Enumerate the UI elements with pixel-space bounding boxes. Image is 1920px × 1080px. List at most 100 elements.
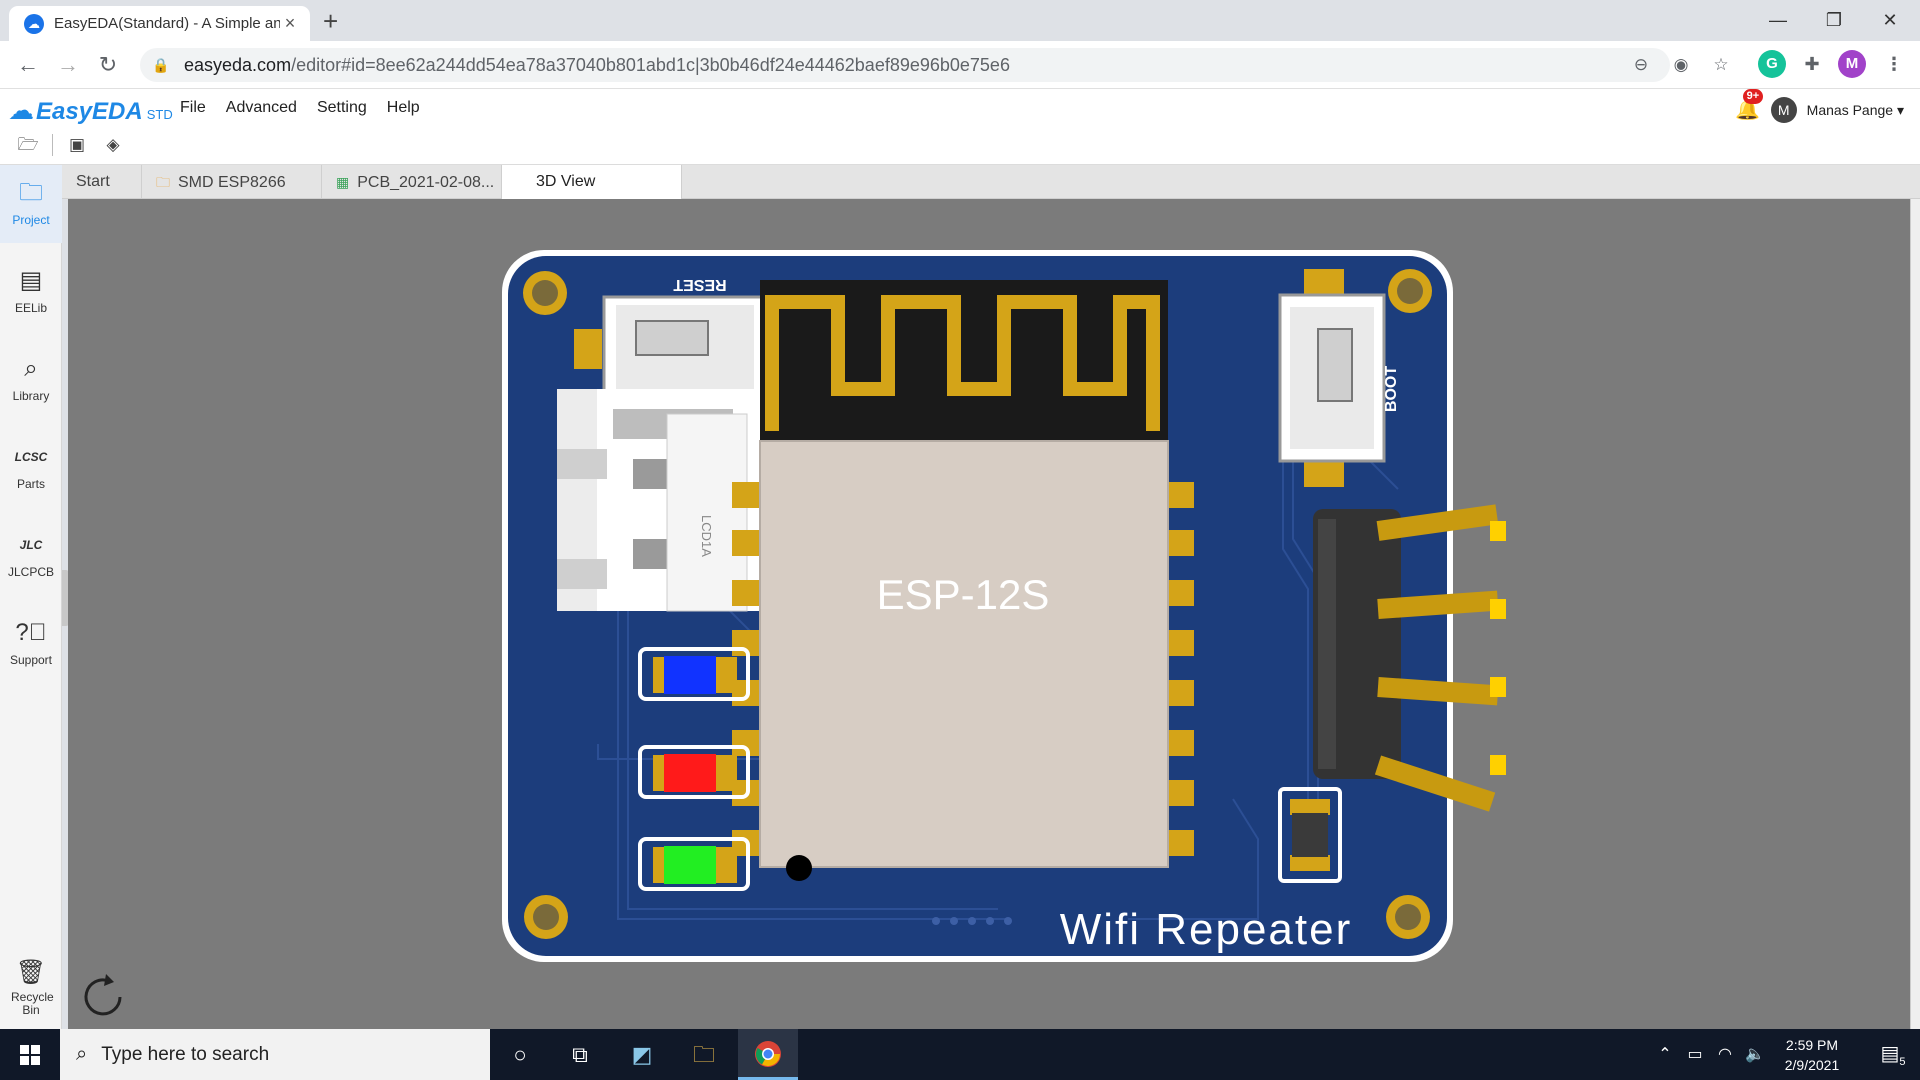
- action-center-icon[interactable]: ▤5: [1866, 1029, 1920, 1080]
- boot-switch: BOOT: [1278, 269, 1400, 487]
- magnifier-icon: ⌕: [24, 355, 38, 382]
- menubar: File Advanced Setting Help: [180, 99, 420, 117]
- url-domain: easyeda.com: [184, 54, 292, 75]
- address-bar[interactable]: 🔒 easyeda.com/editor#id=8ee62a244dd54ea7…: [140, 48, 1729, 82]
- cortana-icon[interactable]: ○: [490, 1029, 550, 1080]
- system-clock[interactable]: 2:59 PM 2/9/2021: [1770, 1035, 1854, 1075]
- tab-smd-label: SMD ESP8266: [178, 174, 286, 191]
- minimize-icon[interactable]: —: [1750, 2, 1806, 38]
- task-view-icon[interactable]: ⧉: [550, 1029, 610, 1080]
- menu-advanced[interactable]: Advanced: [226, 99, 297, 117]
- module-label: ESP-12S: [877, 571, 1050, 618]
- user-name: Manas Pange: [1806, 101, 1894, 118]
- tab-3d-view[interactable]: 3D View: [502, 165, 682, 199]
- tab-pcb-label: PCB_2021-02-08...: [357, 174, 495, 191]
- nav-jlcpcb[interactable]: JLC JLCPCB: [0, 517, 62, 595]
- reset-label: RESET: [673, 276, 727, 293]
- document-tabs: Start 🗀 SMD ESP8266 ▦ PCB_2021-02-08... 3D…: [62, 165, 1920, 199]
- nav-support-label: Support: [9, 653, 53, 667]
- url-path: /editor#id=8ee62a244dd54ea78a37040b801ab…: [291, 54, 1010, 75]
- nav-parts-label: Parts: [16, 477, 45, 491]
- browser-tab-strip: ☁ EasyEDA(Standard) - A Simple an × + — …: [0, 0, 1920, 41]
- notification-bell-icon[interactable]: 🔔 9+: [1733, 89, 1764, 125]
- chip-icon: ▤: [19, 267, 43, 294]
- close-window-icon[interactable]: ✕: [1862, 2, 1918, 38]
- folder-icon: 🗀: [19, 179, 43, 206]
- easyeda-logo[interactable]: ☁ EasyEDA STD: [8, 95, 173, 126]
- taskbar-search-box[interactable]: ⌕ Type here to search: [60, 1029, 490, 1080]
- clock-time: 2:59 PM: [1785, 1037, 1839, 1053]
- grammarly-extension-icon[interactable]: G: [1758, 50, 1786, 78]
- left-navigation: 🗀 Project ▤ EELib ⌕ Library LCSC Parts J…: [0, 165, 62, 1029]
- board-label: Wifi Repeater: [1060, 905, 1353, 954]
- toolbar-divider: [52, 134, 53, 156]
- wifi-icon[interactable]: ◠: [1710, 1029, 1740, 1080]
- search-icon: ⌕: [76, 1043, 88, 1065]
- forward-icon[interactable]: →: [52, 49, 84, 81]
- easyeda-favicon: ☁: [24, 13, 44, 34]
- battery-icon[interactable]: ▭: [1680, 1029, 1710, 1080]
- browser-menu-icon[interactable]: ⋮: [1880, 50, 1908, 78]
- nav-parts[interactable]: LCSC Parts: [0, 429, 62, 507]
- windows-taskbar: ⌕ Type here to search ○ ⧉ ◩ 🗀 ⌃ ▭ ◠ 🔈 2:…: [0, 1029, 1920, 1080]
- tab-smd-esp8266[interactable]: 🗀 SMD ESP8266: [142, 165, 322, 199]
- volume-icon[interactable]: 🔈: [1740, 1029, 1770, 1080]
- jlc-icon: JLC: [19, 538, 43, 552]
- bookmark-star-icon[interactable]: ☆: [1706, 48, 1736, 82]
- esp12s-module: ESP-12S: [732, 280, 1194, 881]
- sticky-app-icon[interactable]: ◩: [612, 1029, 672, 1080]
- pcb-3d-render: RESET LCD1A ESP-12S BOOT Wifi Repeater: [502, 250, 1506, 962]
- open-folder-icon[interactable]: 🗁: [14, 131, 42, 159]
- connector-label: LCD1A: [699, 515, 714, 557]
- tab-start[interactable]: Start: [62, 165, 142, 199]
- extensions-puzzle-icon[interactable]: ✚: [1798, 50, 1826, 78]
- right-panel-handle[interactable]: [1910, 199, 1920, 1029]
- layers-icon[interactable]: ◈: [99, 131, 127, 159]
- 3d-view-canvas[interactable]: RESET LCD1A ESP-12S BOOT Wifi Repeater: [68, 199, 1910, 1029]
- nav-recycle-bin[interactable]: 🗑 Recycle Bin: [0, 951, 62, 1029]
- user-menu[interactable]: Manas Pange ▾: [1807, 102, 1904, 119]
- nav-jlcpcb-label: JLCPCB: [7, 565, 54, 579]
- logo-suffix: STD: [146, 107, 173, 122]
- search-placeholder: Type here to search: [101, 1043, 270, 1065]
- chrome-taskbar-icon[interactable]: [738, 1029, 798, 1080]
- menu-help[interactable]: Help: [387, 99, 420, 117]
- menu-file[interactable]: File: [180, 99, 206, 117]
- tray-chevron-icon[interactable]: ⌃: [1650, 1029, 1680, 1080]
- tab-pcb[interactable]: ▦ PCB_2021-02-08...: [322, 165, 502, 199]
- folder-tab-icon: 🗀: [156, 174, 170, 190]
- nav-project[interactable]: 🗀 Project: [0, 165, 62, 243]
- pcb-tab-icon: ▦: [336, 174, 350, 190]
- tab-start-label: Start: [76, 173, 110, 190]
- profile-avatar[interactable]: M: [1838, 50, 1866, 78]
- zoom-icon[interactable]: ⊖: [1626, 48, 1656, 82]
- trash-icon: 🗑: [15, 959, 47, 986]
- nav-library[interactable]: ⌕ Library: [0, 341, 62, 419]
- restore-icon[interactable]: ❐: [1806, 2, 1862, 38]
- nav-eelib[interactable]: ▤ EELib: [0, 253, 62, 331]
- close-tab-icon[interactable]: ×: [280, 13, 300, 34]
- pin1-marker: [786, 855, 812, 881]
- new-tab-icon[interactable]: +: [323, 8, 338, 34]
- windows-start-icon[interactable]: [0, 1029, 60, 1080]
- menu-setting[interactable]: Setting: [317, 99, 367, 117]
- browser-tab[interactable]: ☁ EasyEDA(Standard) - A Simple an ×: [9, 6, 310, 41]
- nav-project-label: Project: [12, 213, 50, 227]
- reload-icon[interactable]: ↻: [92, 49, 124, 81]
- cloud-logo-icon: ☁: [8, 95, 34, 125]
- user-avatar[interactable]: M: [1770, 97, 1797, 123]
- rf-shield: [759, 440, 1169, 868]
- notification-count: 5: [1899, 1056, 1906, 1068]
- nav-support[interactable]: ?⃝ Support: [0, 605, 62, 683]
- lcsc-icon: LCSC: [14, 450, 48, 464]
- image-export-icon[interactable]: ▣: [63, 131, 91, 159]
- nav-eelib-label: EELib: [14, 301, 48, 315]
- lock-icon[interactable]: 🔒: [150, 57, 172, 74]
- notification-badge: 9+: [1742, 89, 1764, 104]
- file-explorer-icon[interactable]: 🗀: [674, 1029, 734, 1080]
- reset-view-icon[interactable]: [76, 970, 130, 1024]
- tab-title: EasyEDA(Standard) - A Simple an: [54, 15, 280, 32]
- nav-library-label: Library: [12, 389, 50, 403]
- back-icon[interactable]: ←: [12, 49, 44, 81]
- tracking-eye-icon[interactable]: ◉: [1666, 48, 1696, 82]
